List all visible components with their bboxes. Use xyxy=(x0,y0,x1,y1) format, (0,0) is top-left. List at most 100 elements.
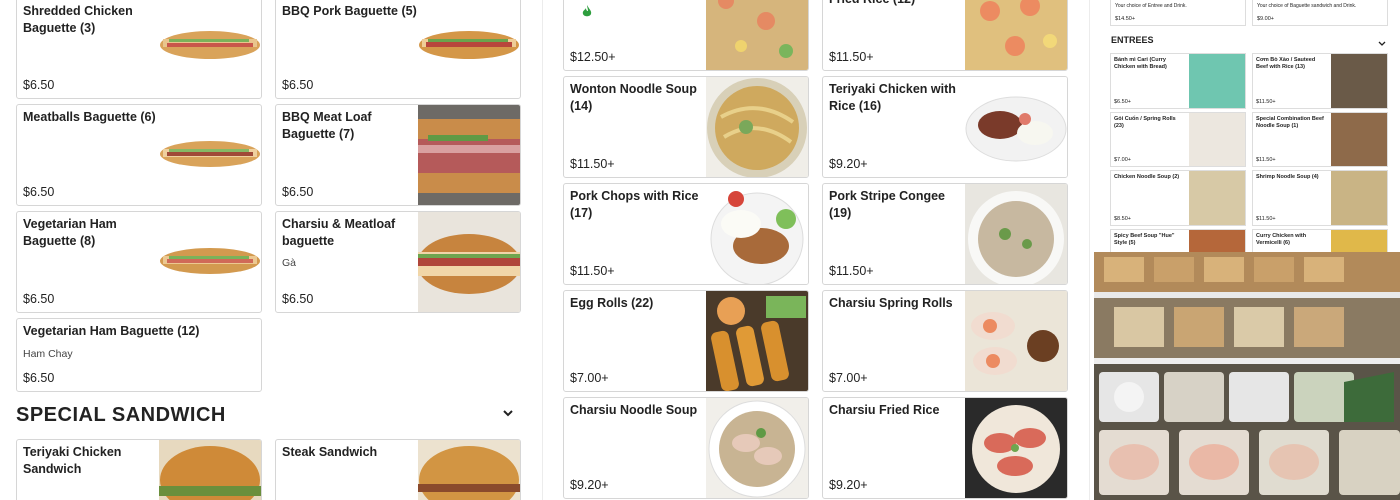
preview-price: $14.50+ xyxy=(1115,16,1136,22)
item-image xyxy=(159,440,261,500)
item-image xyxy=(159,19,261,68)
preview-item-name: Chicken Noodle Soup (2) xyxy=(1114,174,1180,180)
menu-item-card[interactable]: Teriyaki Chicken with Rice (16) $9.20+ xyxy=(822,76,1068,178)
menu-item-card[interactable]: Vegetarian Ham Baguette (12) Ham Chay $6… xyxy=(16,318,262,392)
preview-card: Cơm Bò Xào / Sauteed Beef with Rice (13)… xyxy=(1252,53,1388,109)
item-image xyxy=(965,0,1067,70)
item-name: BBQ Meat Loaf Baguette (7) xyxy=(282,110,372,141)
menu-item-card[interactable]: Steak Sandwich xyxy=(275,439,521,500)
preview-item-image xyxy=(1189,171,1245,225)
column-divider xyxy=(1089,0,1090,500)
chevron-down-icon xyxy=(1378,35,1386,53)
item-name: Charsiu Noodle Soup xyxy=(570,403,698,417)
menu-item-card[interactable]: Shredded Chicken Baguette (3) $6.50 xyxy=(16,0,262,99)
preview-item-price: $11.50+ xyxy=(1256,216,1276,222)
preview-item-price: $8.50+ xyxy=(1114,216,1131,222)
item-price: $7.00+ xyxy=(829,371,868,385)
menu-item-card[interactable]: Fried Rice (12) $11.50+ xyxy=(822,0,1068,71)
item-price: $6.50 xyxy=(282,185,314,199)
preview-card: Gỏi Cuốn / Spring Rolls (23) $7.00+ xyxy=(1110,112,1246,167)
menu-item-card[interactable]: Charsiu Fried Rice $9.20+ xyxy=(822,397,1068,499)
item-price: $6.50 xyxy=(23,371,55,385)
item-name: Teriyaki Chicken with Rice (16) xyxy=(829,82,956,113)
item-name: Wonton Noodle Soup (14) xyxy=(570,82,697,113)
item-image xyxy=(417,212,520,312)
preview-card: Bánh mì Cari (Curry Chicken with Bread) … xyxy=(1110,53,1246,109)
item-image xyxy=(706,291,808,391)
preview-item-price: $11.50+ xyxy=(1256,157,1276,163)
preview-item-name: Gỏi Cuốn / Spring Rolls (23) xyxy=(1114,116,1176,129)
item-image xyxy=(159,238,261,282)
preview-item-name: Bánh mì Cari (Curry Chicken with Bread) xyxy=(1114,57,1167,70)
preview-item-name: Special Combination Beef Noodle Soup (1) xyxy=(1256,116,1324,129)
menu-item-card[interactable]: Pork Stripe Congee (19) $11.50+ xyxy=(822,183,1068,285)
item-description: Gà xyxy=(282,257,297,269)
preview-item-price: $6.50+ xyxy=(1114,99,1131,105)
item-name: Charsiu Spring Rolls xyxy=(829,296,953,310)
preview-price: $9.00+ xyxy=(1257,16,1274,22)
preview-card: Your choice of Entree and Drink. $14.50+ xyxy=(1110,0,1246,26)
item-price: $6.50 xyxy=(282,292,314,306)
item-name: Shredded Chicken Baguette (3) xyxy=(23,4,133,35)
menu-preview-panel: Your choice of Entree and Drink. $14.50+… xyxy=(1094,0,1400,252)
item-image xyxy=(418,105,520,205)
item-image xyxy=(965,77,1067,177)
preview-item-image xyxy=(1189,54,1245,108)
item-name: BBQ Pork Baguette (5) xyxy=(282,4,417,18)
item-image xyxy=(418,440,520,500)
menu-item-card[interactable]: BBQ Pork Baguette (5) $6.50 xyxy=(275,0,521,99)
spicy-icon xyxy=(582,5,592,23)
item-price: $6.50 xyxy=(23,185,55,199)
preview-section-title: ENTREES xyxy=(1111,35,1154,45)
menu-item-card[interactable]: Charsiu & Meatloaf baguette Gà $6.50 xyxy=(275,211,521,313)
item-image xyxy=(965,291,1067,391)
item-name: Meatballs Baguette (6) xyxy=(23,110,156,124)
item-price: $6.50 xyxy=(23,78,55,92)
preview-item-image xyxy=(1331,171,1387,225)
menu-item-card[interactable]: Teriyaki Chicken Sandwich xyxy=(16,439,262,500)
preview-card: Shrimp Noodle Soup (4) $11.50+ xyxy=(1252,170,1388,226)
item-image xyxy=(159,131,261,175)
item-name: Vegetarian Ham Baguette (12) xyxy=(23,324,200,338)
menu-item-card[interactable]: Pork Chops with Rice (17) $11.50+ xyxy=(563,183,809,285)
preview-item-price: $11.50+ xyxy=(1256,99,1276,105)
item-price: $11.50+ xyxy=(829,264,874,278)
item-image xyxy=(706,77,808,177)
preview-item-name: Shrimp Noodle Soup (4) xyxy=(1256,174,1319,180)
item-image xyxy=(706,184,808,284)
item-image xyxy=(965,184,1067,284)
preview-item-image xyxy=(1331,230,1387,252)
menu-item-card[interactable]: Charsiu Spring Rolls $7.00+ xyxy=(822,290,1068,392)
item-name: Teriyaki Chicken Sandwich xyxy=(23,445,122,476)
preview-item-image xyxy=(1331,113,1387,166)
preview-item-name: Curry Chicken with Vermicelli (6) xyxy=(1256,233,1307,246)
item-image xyxy=(965,398,1067,498)
column-divider xyxy=(542,0,543,500)
menu-item-card[interactable]: BBQ Meat Loaf Baguette (7) $6.50 xyxy=(275,104,521,206)
item-price: $7.00+ xyxy=(570,371,609,385)
menu-item-card[interactable]: Egg Rolls (22) $7.00+ xyxy=(563,290,809,392)
preview-item-name: Cơm Bò Xào / Sauteed Beef with Rice (13) xyxy=(1256,57,1316,70)
menu-item-card[interactable]: Wonton Noodle Soup (14) $11.50+ xyxy=(563,76,809,178)
menu-item-card[interactable]: $12.50+ xyxy=(563,0,809,71)
item-name: Pork Chops with Rice (17) xyxy=(570,189,699,220)
menu-item-card[interactable]: Meatballs Baguette (6) $6.50 xyxy=(16,104,262,206)
item-image xyxy=(706,398,808,498)
item-name: Charsiu & Meatloaf baguette xyxy=(282,217,396,248)
menu-item-card[interactable]: Vegetarian Ham Baguette (8) $6.50 xyxy=(16,211,262,313)
item-price: $11.50+ xyxy=(570,157,615,171)
preview-item-image xyxy=(1331,54,1387,108)
item-name: Fried Rice (12) xyxy=(829,0,964,8)
item-name: Egg Rolls (22) xyxy=(570,296,654,310)
item-price: $6.50 xyxy=(23,292,55,306)
preview-card: Spicy Beef Soup "Hue" Style (5) xyxy=(1110,229,1246,252)
preview-note: Your choice of Entree and Drink. xyxy=(1115,3,1187,9)
preview-card: Curry Chicken with Vermicelli (6) xyxy=(1252,229,1388,252)
chevron-down-icon[interactable] xyxy=(502,407,514,422)
menu-item-card[interactable]: Charsiu Noodle Soup $9.20+ xyxy=(563,397,809,499)
preview-card: Special Combination Beef Noodle Soup (1)… xyxy=(1252,112,1388,167)
item-name: Charsiu Fried Rice xyxy=(829,403,940,417)
preview-item-price: $7.00+ xyxy=(1114,157,1131,163)
preview-item-image xyxy=(1189,230,1245,252)
item-price: $11.50+ xyxy=(570,264,615,278)
